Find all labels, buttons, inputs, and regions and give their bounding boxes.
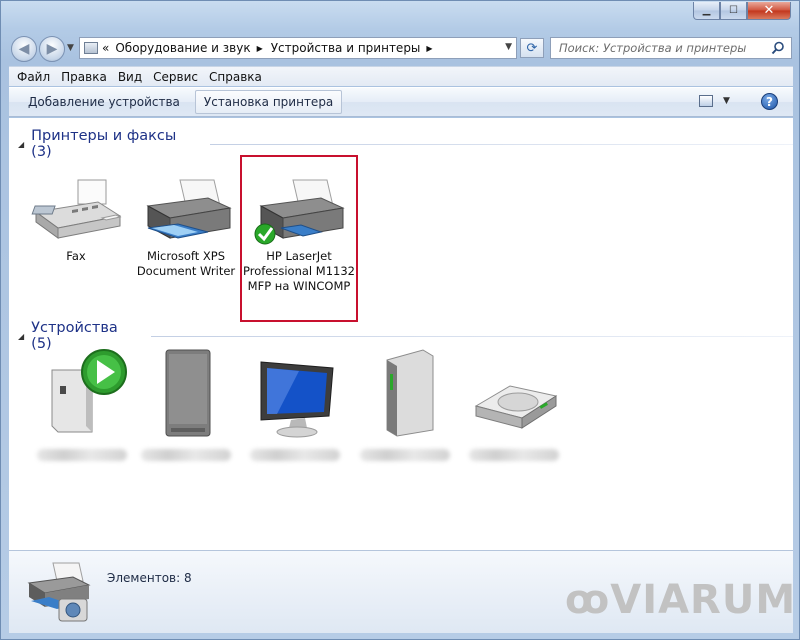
back-arrow-icon: ◀ (18, 41, 30, 57)
group-divider (151, 335, 793, 337)
devices-printers-icon (27, 562, 91, 622)
media-server-icon (51, 349, 127, 433)
redacted-device-label (141, 449, 231, 461)
chevron-right-icon[interactable]: ▶ (257, 44, 263, 53)
add-printer-button[interactable]: Установка принтера (194, 90, 343, 114)
caption-buttons: ▁ ☐ ✕ (693, 2, 791, 20)
watermark-symbol: ꝏ (565, 577, 611, 623)
device-item-hard-drive[interactable] (459, 346, 569, 466)
watermark-text: VIARUM (610, 577, 797, 623)
menu-bar: Файл Правка Вид Сервис Справка (9, 66, 793, 86)
breadcrumb-hardware-sound[interactable]: Оборудование и звук (115, 41, 250, 55)
group-header-printers[interactable]: ◢ Принтеры и факсы (3) (9, 128, 793, 160)
external-drive-icon (386, 349, 434, 437)
menu-view[interactable]: Вид (118, 70, 142, 84)
maximize-button[interactable]: ☐ (720, 2, 747, 20)
phone-icon (165, 349, 211, 437)
content-area: ◢ Принтеры и факсы (3) Fax Microsoft XPS… (9, 118, 793, 550)
printer-icon (146, 179, 232, 239)
redacted-device-label (250, 449, 340, 461)
menu-file[interactable]: Файл (17, 70, 50, 84)
minimize-button[interactable]: ▁ (693, 2, 720, 20)
view-icon[interactable] (699, 95, 713, 107)
forward-button[interactable]: ▶ (39, 36, 65, 62)
search-icon[interactable] (771, 41, 785, 55)
menu-help[interactable]: Справка (209, 70, 262, 84)
group-title-printers: Принтеры и факсы (3) (31, 128, 177, 160)
collapse-triangle-icon[interactable]: ◢ (18, 140, 24, 149)
fax-icon (31, 179, 122, 239)
device-item-xps-writer[interactable]: Microsoft XPS Document Writer (131, 176, 241, 278)
address-overflow[interactable]: « (102, 41, 109, 55)
watermark-logo: ꝏVIARUM (565, 577, 796, 623)
hard-drive-icon (474, 385, 558, 429)
item-count: Элементов: 8 (107, 571, 192, 585)
group-divider (209, 143, 793, 145)
monitor-icon (260, 361, 334, 438)
window-frame: ▁ ☐ ✕ ◀ ▶ ▼ « Оборудование и звук ▶ Устр… (0, 0, 800, 640)
breadcrumb-devices-printers[interactable]: Устройства и принтеры (271, 41, 421, 55)
redacted-device-label (360, 449, 450, 461)
redacted-device-label (469, 449, 559, 461)
add-device-button[interactable]: Добавление устройства (19, 90, 189, 114)
help-icon[interactable]: ? (761, 93, 778, 110)
back-button[interactable]: ◀ (11, 36, 37, 62)
change-view-control[interactable]: ▼ (699, 95, 730, 107)
redacted-device-label (37, 449, 127, 461)
menu-tools[interactable]: Сервис (153, 70, 198, 84)
collapse-triangle-icon[interactable]: ◢ (18, 332, 24, 341)
details-pane: Элементов: 8 ꝏVIARUM (9, 550, 796, 633)
device-item-phone[interactable] (131, 346, 241, 466)
search-box[interactable] (550, 37, 792, 59)
device-item-fax[interactable]: Fax (21, 176, 131, 270)
device-item-media-server[interactable] (27, 346, 137, 466)
device-label: Fax (66, 249, 86, 263)
device-item-monitor[interactable] (240, 346, 350, 466)
address-bar[interactable]: « Оборудование и звук ▶ Устройства и при… (79, 37, 517, 59)
chevron-right-icon[interactable]: ▶ (426, 44, 432, 53)
recent-pages-dropdown[interactable]: ▼ (67, 43, 74, 53)
menu-edit[interactable]: Правка (61, 70, 107, 84)
view-dropdown-icon[interactable]: ▼ (723, 96, 730, 106)
default-printer-icon (254, 179, 345, 245)
search-input[interactable] (559, 41, 769, 55)
close-button[interactable]: ✕ (747, 2, 791, 20)
default-check-icon (254, 223, 276, 245)
command-bar: Добавление устройства Установка принтера… (9, 87, 793, 117)
device-item-hp-laserjet[interactable]: HP LaserJet Professional M1132 MFP на WI… (240, 155, 358, 322)
address-dropdown-icon[interactable]: ▼ (505, 42, 512, 52)
forward-arrow-icon: ▶ (46, 41, 58, 57)
device-item-external-drive[interactable] (350, 346, 460, 466)
control-panel-icon (84, 42, 98, 54)
device-label: Microsoft XPS Document Writer (136, 249, 236, 278)
refresh-button[interactable]: ⟳ (520, 38, 544, 58)
device-label: HP LaserJet Professional M1132 MFP на WI… (243, 249, 355, 293)
refresh-icon: ⟳ (526, 40, 538, 56)
